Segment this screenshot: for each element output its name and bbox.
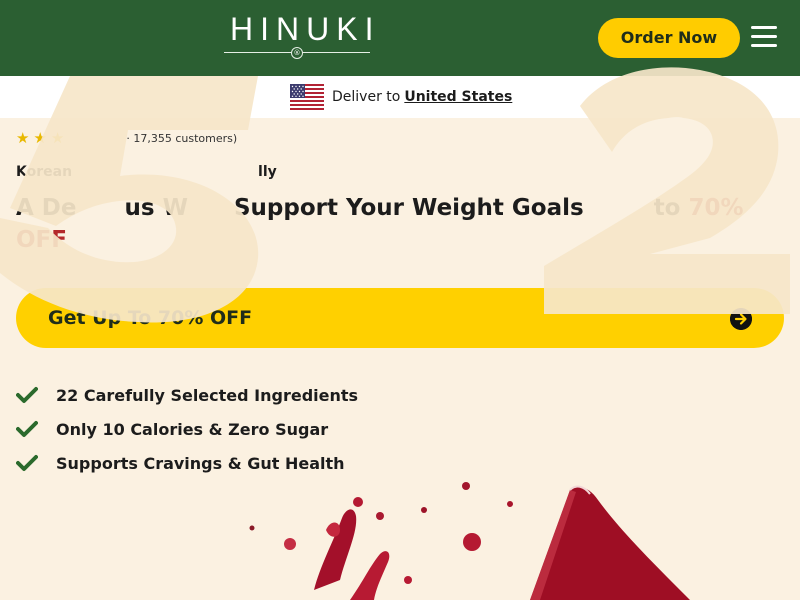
registered-mark: ® bbox=[291, 47, 303, 59]
deliver-label: Deliver to United States bbox=[332, 89, 512, 105]
checkmark-icon bbox=[16, 387, 38, 403]
star-icon: ★ bbox=[16, 129, 30, 147]
get-discount-cta-button[interactable]: Get Up To 70% OFF bbox=[16, 288, 784, 348]
benefit-item: Supports Cravings & Gut Health bbox=[16, 446, 358, 480]
deliver-bar: Deliver to United States bbox=[0, 76, 800, 118]
brand-logo[interactable]: HINUKI ® bbox=[224, 11, 381, 62]
headline-discount: 70% bbox=[688, 195, 744, 221]
benefit-label: 22 Carefully Selected Ingredients bbox=[56, 385, 359, 405]
benefit-label: Only 10 Calories & Zero Sugar bbox=[56, 419, 329, 439]
star-icon: ★ bbox=[50, 129, 65, 147]
brand-logo-text: HINUKI bbox=[230, 11, 381, 47]
deliver-country: United States bbox=[404, 89, 513, 105]
benefit-label: Supports Cravings & Gut Health bbox=[56, 453, 345, 473]
star-icon: ★ bbox=[33, 129, 47, 147]
hamburger-menu-icon[interactable] bbox=[750, 23, 778, 51]
cta-label: Get Up To 70% OFF bbox=[48, 307, 253, 329]
benefit-item: Only 10 Calories & Zero Sugar bbox=[16, 412, 358, 446]
deliver-country-selector[interactable]: Deliver to United States bbox=[290, 84, 512, 110]
site-header: HINUKI ® Order Now bbox=[0, 0, 800, 76]
juice-splash-image bbox=[249, 482, 690, 600]
headline-off: OFF bbox=[16, 227, 67, 253]
hero-subtitle-start: Korean bbox=[16, 164, 73, 180]
benefit-item: 22 Carefully Selected Ingredients bbox=[16, 378, 358, 412]
rating-row: ★ ★ ★ · 17,355 customers) bbox=[16, 129, 237, 147]
arrow-right-circle-icon bbox=[730, 308, 752, 330]
checkmark-icon bbox=[16, 421, 38, 437]
headline-part-a: A De bbox=[16, 195, 77, 221]
checkmark-icon bbox=[16, 455, 38, 471]
us-flag-icon bbox=[290, 84, 324, 110]
deliver-prefix: Deliver to bbox=[332, 89, 401, 105]
hero-subtitle-end: lly bbox=[258, 164, 277, 180]
benefits-list: 22 Carefully Selected Ingredients Only 1… bbox=[16, 378, 358, 480]
hero-headline: A De us W Support Your Weight Goals to 70% … bbox=[16, 192, 796, 256]
order-now-button[interactable]: Order Now bbox=[598, 18, 740, 58]
headline-part-d: to bbox=[653, 195, 681, 221]
headline-part-b: us W bbox=[124, 195, 188, 221]
rating-count: · 17,355 customers) bbox=[126, 131, 238, 145]
headline-part-c: Support Your Weight Goals bbox=[233, 195, 584, 221]
hero-subtitle: Korean lly bbox=[16, 164, 277, 180]
